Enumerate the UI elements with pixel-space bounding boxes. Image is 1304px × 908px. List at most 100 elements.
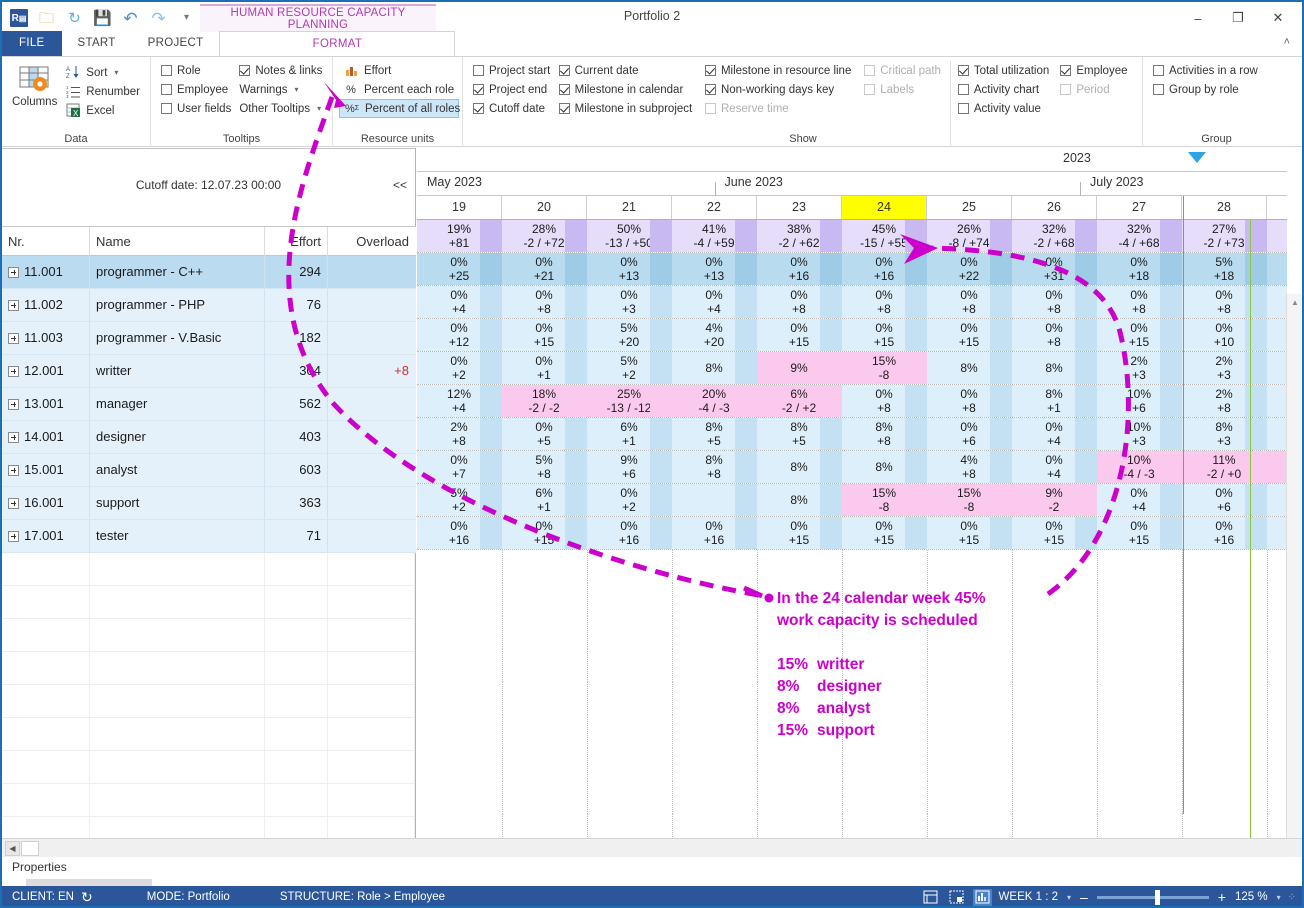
- show-activity-chart-checkbox[interactable]: Activity chart: [954, 80, 1057, 99]
- column-header-effort[interactable]: Effort: [265, 227, 328, 256]
- tooltip-other-dropdown[interactable]: Other Tooltips ▾: [235, 99, 326, 118]
- table-row[interactable]: 12.001 writter 304 +8: [2, 355, 416, 388]
- chevron-down-icon[interactable]: ▾: [1277, 893, 1281, 902]
- unit-effort-button[interactable]: Effort: [339, 61, 459, 80]
- capacity-cell[interactable]: [1267, 253, 1287, 285]
- capacity-cell[interactable]: [1267, 385, 1287, 417]
- expand-icon[interactable]: [8, 398, 19, 410]
- show-project-start-checkbox[interactable]: Project start: [469, 61, 555, 80]
- capacity-row[interactable]: 0% +4 0% +8 0% +3 0% +4 0% +8 0% +8 0% +8 0% +8 0% +8 0% +8: [417, 286, 1287, 319]
- capacity-cell[interactable]: [1267, 418, 1287, 450]
- timeline-week-21[interactable]: 21: [587, 196, 672, 219]
- tooltip-warnings-dropdown[interactable]: Warnings ▾: [235, 80, 326, 99]
- capacity-row[interactable]: 0% +12 0% +15 5% +20 4% +20 0% +15 0% +15 0% +15 0% +8 0…: [417, 319, 1287, 352]
- sync-icon[interactable]: ↻: [81, 889, 93, 906]
- zoom-slider[interactable]: [1096, 889, 1209, 905]
- show-project-end-checkbox[interactable]: Project end: [469, 80, 555, 99]
- tab-format[interactable]: FORMAT: [219, 31, 456, 56]
- view-table-icon[interactable]: [921, 889, 940, 906]
- capacity-row[interactable]: 0% +7 5% +8 9% +6 8% +8 8% 8% 4% +8 0% +4 10% -4 / -3 11…: [417, 451, 1287, 484]
- capacity-cell[interactable]: [1267, 286, 1287, 318]
- show-employee-checkbox[interactable]: Employee: [1056, 61, 1136, 80]
- show-milestone-calendar-checkbox[interactable]: Milestone in calendar: [555, 80, 701, 99]
- chevron-down-icon[interactable]: ▾: [294, 85, 298, 94]
- chevron-down-icon[interactable]: ▾: [1067, 893, 1071, 902]
- timeline-week-23[interactable]: 23: [757, 196, 842, 219]
- column-header-nr[interactable]: Nr.: [2, 227, 90, 256]
- column-header-name[interactable]: Name: [90, 227, 265, 256]
- show-activity-value-checkbox[interactable]: Activity value: [954, 99, 1057, 118]
- tooltip-notes-links-checkbox[interactable]: Notes & links: [235, 61, 326, 80]
- unit-percent-each-role-button[interactable]: % Percent each role: [339, 80, 459, 99]
- group-by-role-checkbox[interactable]: Group by role: [1149, 80, 1284, 99]
- expand-icon[interactable]: [8, 299, 19, 311]
- tooltip-userfields-checkbox[interactable]: User fields: [157, 99, 235, 118]
- column-header-overload[interactable]: Overload: [328, 227, 415, 256]
- table-row[interactable]: 17.001 tester 71: [2, 520, 416, 553]
- tab-project[interactable]: PROJECT: [132, 31, 220, 56]
- tooltip-employee-checkbox[interactable]: Employee: [157, 80, 235, 99]
- table-row[interactable]: 14.001 designer 403: [2, 421, 416, 454]
- show-nonworking-days-key-checkbox[interactable]: Non-working days key: [701, 80, 860, 99]
- zoom-slider-thumb[interactable]: [1154, 889, 1160, 905]
- maximize-button[interactable]: ❐: [1218, 4, 1258, 32]
- table-row[interactable]: 11.001 programmer - C++ 294: [2, 256, 416, 289]
- resize-grip-icon[interactable]: ⁘: [1288, 892, 1296, 903]
- properties-tab[interactable]: Properties: [12, 860, 67, 874]
- timeline-week-25[interactable]: 25: [927, 196, 1012, 219]
- timeline-week-19[interactable]: 19: [417, 196, 502, 219]
- zoom-out-button[interactable]: –: [1078, 889, 1090, 905]
- tooltip-role-checkbox[interactable]: Role: [157, 61, 235, 80]
- scroll-left-icon[interactable]: ◀: [5, 841, 20, 856]
- horizontal-scrollbar[interactable]: ◀: [2, 838, 1302, 857]
- excel-button[interactable]: X Excel: [61, 101, 144, 120]
- scroll-up-icon[interactable]: ▲: [1287, 294, 1302, 310]
- table-row[interactable]: 13.001 manager 562: [2, 388, 416, 421]
- vertical-scrollbar[interactable]: ▲: [1286, 294, 1302, 906]
- collapse-panel-button[interactable]: <<: [393, 178, 407, 192]
- capacity-row[interactable]: 0% +2 0% +1 5% +2 8% 9% 15% -8 8% 8% 2% +3 2% +3: [417, 352, 1287, 385]
- expand-icon[interactable]: [8, 431, 19, 443]
- show-total-utilization-checkbox[interactable]: Total utilization: [954, 61, 1057, 80]
- chevron-down-icon[interactable]: ▾: [317, 104, 321, 113]
- status-scale-label[interactable]: WEEK 1 : 2: [999, 891, 1058, 903]
- timeline-week-26[interactable]: 26: [1012, 196, 1097, 219]
- timeline-week-28[interactable]: 28: [1182, 196, 1267, 219]
- expand-icon[interactable]: [8, 332, 19, 344]
- capacity-cell[interactable]: -1: [1267, 220, 1287, 252]
- capacity-row[interactable]: 0% +25 0% +21 0% +13 0% +13 0% +16 0% +16 0% +22 0% +31…: [417, 253, 1287, 286]
- capacity-row[interactable]: 19% +81 28% -2 / +72 50% -13 / +50 41% -4 / +59…: [417, 220, 1287, 253]
- timeline-week-29[interactable]: 29: [1267, 196, 1287, 219]
- expand-icon[interactable]: [8, 266, 19, 278]
- capacity-row[interactable]: 2% +8 0% +5 6% +1 8% +5 8% +5 8% +8 0% +6 0% +4 10% +3 8% +…: [417, 418, 1287, 451]
- show-current-date-checkbox[interactable]: Current date: [555, 61, 701, 80]
- table-row[interactable]: 11.002 programmer - PHP 76: [2, 289, 416, 322]
- view-grid-icon[interactable]: [947, 889, 966, 906]
- show-milestone-resource-line-checkbox[interactable]: Milestone in resource line: [701, 61, 860, 80]
- capacity-cell[interactable]: [1267, 319, 1287, 351]
- timeline-week-20[interactable]: 20: [502, 196, 587, 219]
- capacity-cell[interactable]: [1267, 484, 1287, 516]
- expand-icon[interactable]: [8, 497, 19, 509]
- timeline-week-24[interactable]: 24: [842, 196, 927, 219]
- table-row[interactable]: 16.001 support 363: [2, 487, 416, 520]
- expand-icon[interactable]: [8, 464, 19, 476]
- capacity-row[interactable]: 0% +16 0% +15 0% +16 0% +16 0% +15 0% +15 0% +15 0% +15…: [417, 517, 1287, 550]
- expand-icon[interactable]: [8, 365, 19, 377]
- table-row[interactable]: 11.003 programmer - V.Basic 182: [2, 322, 416, 355]
- chevron-down-icon[interactable]: ▾: [114, 68, 118, 77]
- tab-start[interactable]: START: [62, 31, 132, 56]
- group-activities-in-row-checkbox[interactable]: Activities in a row: [1149, 61, 1284, 80]
- capacity-row[interactable]: 5% +2 6% +1 0% +2 8% 15% -8 15% -8 9% -2 0% +4 0% +6: [417, 484, 1287, 517]
- capacity-cell[interactable]: [1267, 451, 1287, 483]
- unit-percent-all-roles-button[interactable]: % Σ Percent of all roles: [339, 99, 460, 118]
- renumber-button[interactable]: 1 2 3 Renumber: [61, 82, 144, 101]
- close-button[interactable]: ✕: [1258, 4, 1298, 32]
- zoom-in-button[interactable]: +: [1216, 889, 1228, 905]
- show-milestone-subproject-checkbox[interactable]: Milestone in subproject: [555, 99, 701, 118]
- expand-icon[interactable]: [8, 530, 19, 542]
- minimize-button[interactable]: –: [1178, 4, 1218, 32]
- collapse-ribbon-icon[interactable]: ˄: [1284, 36, 1290, 48]
- capacity-row[interactable]: 12% +4 18% -2 / -2 25% -13 / -12 20% -4 / -3 6% -…: [417, 385, 1287, 418]
- scrollbar-thumb[interactable]: [21, 841, 39, 856]
